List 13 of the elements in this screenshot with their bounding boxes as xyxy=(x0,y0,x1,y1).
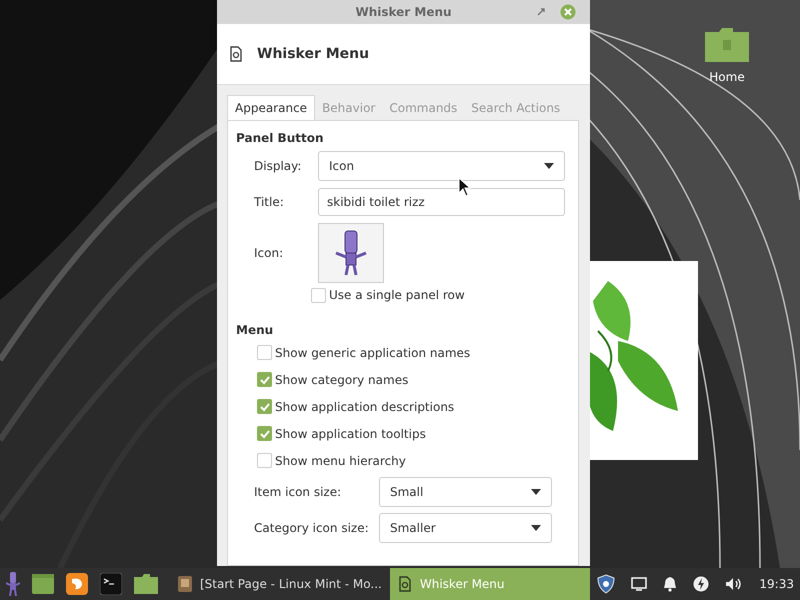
figure-icon[interactable] xyxy=(6,571,20,597)
folder-icon[interactable] xyxy=(134,574,158,594)
clock[interactable]: 19:33 xyxy=(759,577,794,591)
terminal-icon[interactable] xyxy=(100,573,122,595)
document-icon xyxy=(398,576,412,592)
bolt-icon[interactable] xyxy=(693,576,710,592)
taskbar-button[interactable]: [Start Page - Linux Mint - Mo... xyxy=(170,568,390,600)
bell-icon[interactable] xyxy=(663,576,678,592)
shield-icon[interactable] xyxy=(597,574,616,594)
browser-icon[interactable] xyxy=(66,573,88,595)
display-icon[interactable] xyxy=(631,577,648,591)
app-icon xyxy=(178,576,192,592)
speaker-icon[interactable] xyxy=(725,577,744,591)
